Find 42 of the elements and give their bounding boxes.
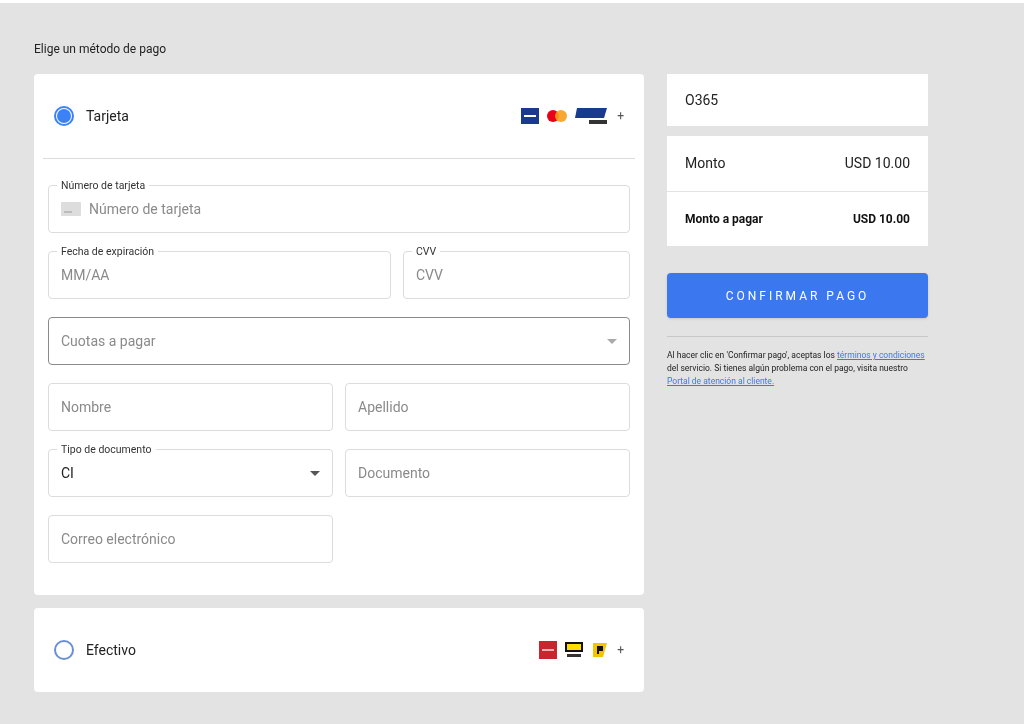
summary-value: USD 10.00 xyxy=(844,154,910,173)
brand-logo-icon xyxy=(539,641,558,659)
field-label: Fecha de expiración xyxy=(57,244,159,260)
card-icon xyxy=(61,202,81,216)
field-placeholder: CVV xyxy=(416,265,444,285)
dropdown-caret-icon xyxy=(310,470,320,476)
more-logos-label: + xyxy=(617,108,624,125)
circles-logo-icon xyxy=(547,110,568,122)
method-label: Tarjeta xyxy=(86,106,129,126)
terms-link[interactable]: términos y condiciones xyxy=(837,350,925,360)
more-logos-label: + xyxy=(617,642,624,659)
field-placeholder: Documento xyxy=(358,463,432,483)
summary-value: USD 10.00 xyxy=(852,211,910,228)
field-value: CI xyxy=(61,463,75,483)
input-field[interactable]: Documento xyxy=(345,449,630,497)
input-field[interactable]: Nombre xyxy=(48,383,333,431)
select-field[interactable]: Cuotas a pagar xyxy=(48,317,630,365)
summary-label: Monto a pagar xyxy=(685,211,763,228)
radio-button[interactable] xyxy=(54,106,74,126)
field-placeholder: Nombre xyxy=(61,397,113,417)
method-label: Efectivo xyxy=(86,640,136,660)
card-logo-icon xyxy=(521,108,540,124)
terms-link[interactable]: Portal de atención al cliente. xyxy=(667,376,775,386)
field-label: Número de tarjeta xyxy=(57,178,150,194)
terms-text: Al hacer clic en 'Confirmar pago', aceptas los términos y condiciones del servicio. Si tienes algún problema con el pago, visita nuestro Portal de atención al cliente. xyxy=(667,349,926,388)
field-label: Tipo de documento xyxy=(57,442,156,458)
field-placeholder: Apellido xyxy=(358,397,410,417)
brand-logo-icon xyxy=(591,641,610,659)
order-code: O365 xyxy=(667,74,928,126)
radio-button[interactable] xyxy=(54,640,74,660)
field-placeholder: MM/AA xyxy=(61,265,111,285)
field-placeholder: Correo electrónico xyxy=(61,529,177,549)
field-placeholder: Cuotas a pagar xyxy=(61,331,157,351)
input-field[interactable]: Apellido xyxy=(345,383,630,431)
input-field[interactable]: Correo electrónico xyxy=(48,515,333,563)
summary-label: Monto xyxy=(685,154,726,173)
brand-logo-icon xyxy=(565,642,584,658)
field-placeholder: Número de tarjeta xyxy=(89,199,203,219)
page-heading: Elige un método de pago xyxy=(34,41,168,58)
card-logo-icon xyxy=(575,106,610,126)
confirm-payment-button[interactable]: CONFIRMAR PAGO xyxy=(667,273,928,318)
dropdown-caret-icon xyxy=(607,338,617,344)
